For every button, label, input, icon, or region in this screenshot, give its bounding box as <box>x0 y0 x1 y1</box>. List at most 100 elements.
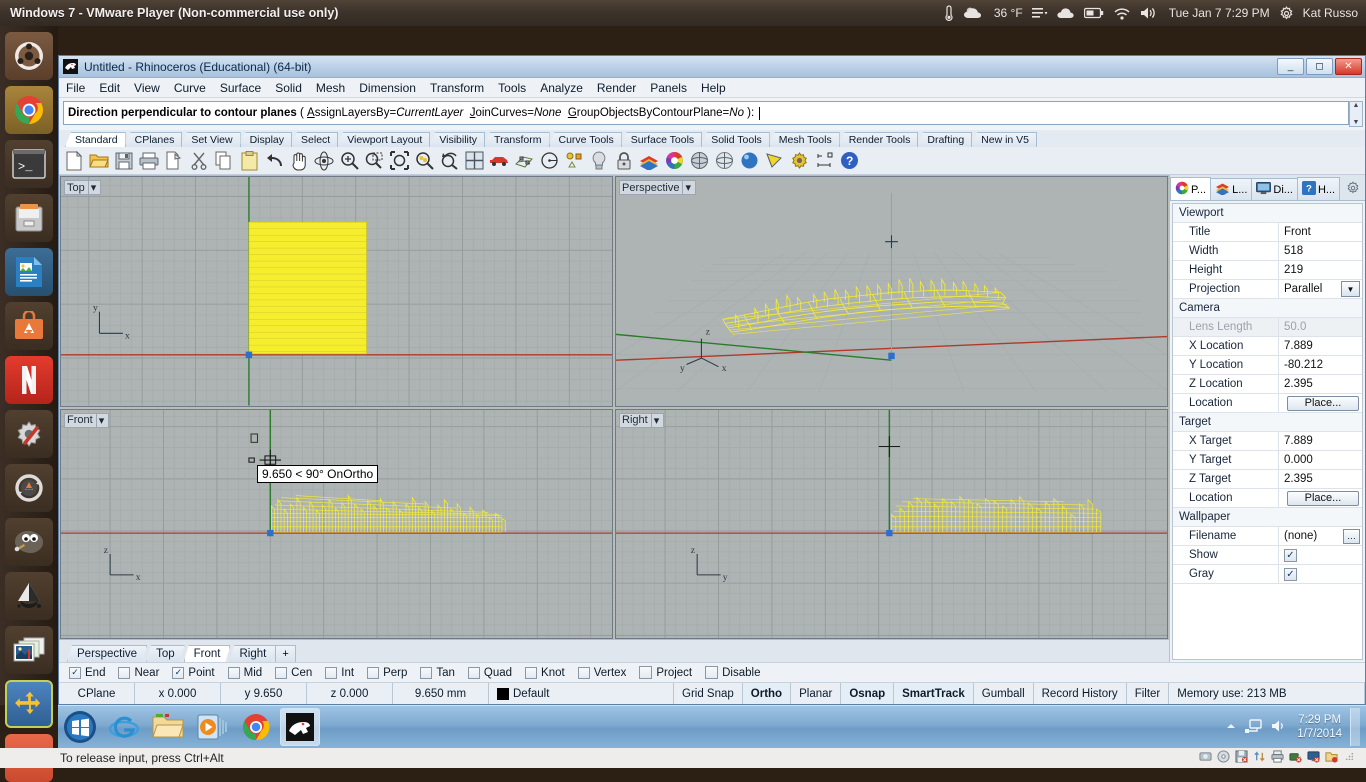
menu-icon[interactable] <box>1031 7 1048 19</box>
property-row-target-location[interactable]: Location Place... <box>1173 489 1362 508</box>
command-option-3[interactable]: GroupObjectsByContourPlane=No <box>568 107 744 119</box>
options-gear-icon[interactable] <box>788 150 810 172</box>
gray-wallpaper-checkbox[interactable]: ✓ <box>1284 567 1297 581</box>
property-value[interactable]: 7.889 <box>1279 432 1362 450</box>
toolbar-tab-mesh-tools[interactable]: Mesh Tools <box>768 132 840 147</box>
flat-shade-icon[interactable] <box>763 150 785 172</box>
checkbox[interactable] <box>227 666 240 679</box>
property-row-x-target[interactable]: X Target 7.889 <box>1173 432 1362 451</box>
ghosted-sphere-icon[interactable] <box>713 150 735 172</box>
chevron-down-icon[interactable]: ▾ <box>682 181 693 194</box>
network-icon[interactable] <box>1245 718 1263 737</box>
toolbar-tab-solid-tools[interactable]: Solid Tools <box>701 132 770 147</box>
four-viewport-icon[interactable] <box>463 150 485 172</box>
toolbar-tab-drafting[interactable]: Drafting <box>917 132 973 147</box>
launcher-item-terminal[interactable]: >_ <box>5 140 53 188</box>
maximize-button[interactable]: ◻ <box>1306 58 1333 75</box>
launcher-item-netflix[interactable] <box>5 356 53 404</box>
camera-place-button[interactable]: Place... <box>1287 395 1359 411</box>
viewport-tab-front[interactable]: Front <box>184 645 231 662</box>
shared-folder-icon[interactable] <box>1325 750 1338 766</box>
property-row-title[interactable]: Title Front <box>1173 223 1362 242</box>
toolbar-tab-select[interactable]: Select <box>291 132 339 147</box>
zoom-in-icon[interactable] <box>338 150 360 172</box>
toolbar-tab-set-view[interactable]: Set View <box>181 132 241 147</box>
browse-file-button[interactable]: … <box>1343 528 1360 544</box>
username-label[interactable]: Kat Russo <box>1303 6 1358 20</box>
taskbar-item-internet-explorer[interactable] <box>104 708 144 746</box>
point-objects-icon[interactable] <box>563 150 585 172</box>
chevron-down-icon[interactable]: ▾ <box>87 181 99 194</box>
osnap-vertex[interactable]: Vertex <box>577 666 626 679</box>
clock-label[interactable]: Tue Jan 7 7:29 PM <box>1169 6 1270 20</box>
menu-dimension[interactable]: Dimension <box>352 79 423 97</box>
viewport-right[interactable]: z y Right ▾ <box>615 408 1168 639</box>
wifi-icon[interactable] <box>1113 7 1131 20</box>
osnap-project[interactable]: Project <box>639 666 692 679</box>
viewport-perspective-label[interactable]: Perspective ▾ <box>619 180 697 195</box>
print-icon[interactable] <box>138 150 160 172</box>
osnap-near[interactable]: Near <box>118 666 159 679</box>
checkbox[interactable] <box>577 666 590 679</box>
taskbar-item-google-chrome[interactable] <box>236 708 276 746</box>
osnap-end[interactable]: ✓ End <box>69 666 105 679</box>
property-row-filename[interactable]: Filename (none) … <box>1173 527 1362 546</box>
chevron-down-icon[interactable]: ▾ <box>95 413 107 427</box>
toolbar-tab-standard[interactable]: Standard <box>65 132 126 147</box>
save-icon[interactable] <box>113 150 135 172</box>
checkbox[interactable] <box>275 666 288 679</box>
toolbar-tab-curve-tools[interactable]: Curve Tools <box>548 132 622 147</box>
help-tab[interactable]: ? H... <box>1296 177 1341 200</box>
property-value[interactable]: 0.000 <box>1279 451 1362 469</box>
dimension-icon[interactable] <box>813 150 835 172</box>
status-toggle-gumball[interactable]: Gumball <box>974 683 1034 704</box>
pan-icon[interactable] <box>288 150 310 172</box>
menu-curve[interactable]: Curve <box>167 79 213 97</box>
zoom-extents-icon[interactable] <box>388 150 410 172</box>
property-row-z-location[interactable]: Z Location 2.395 <box>1173 375 1362 394</box>
thermometer-icon[interactable] <box>944 5 954 21</box>
rendered-sphere-icon[interactable] <box>738 150 760 172</box>
zoom-window-icon[interactable] <box>363 150 385 172</box>
color-wheel-icon[interactable] <box>663 150 685 172</box>
zoom-selected-icon[interactable] <box>413 150 435 172</box>
display-tab[interactable]: Di... <box>1251 178 1298 200</box>
osnap-int[interactable]: Int <box>325 666 354 679</box>
launcher-item-gimp[interactable] <box>5 518 53 566</box>
display-device-icon[interactable] <box>1307 750 1320 766</box>
toolbar-tab-transform[interactable]: Transform <box>484 132 550 147</box>
launcher-item-system-settings[interactable] <box>5 410 53 458</box>
property-value[interactable]: 219 <box>1279 261 1362 279</box>
battery-icon[interactable] <box>1083 7 1104 19</box>
property-row-height[interactable]: Height 219 <box>1173 261 1362 280</box>
menu-view[interactable]: View <box>127 79 167 97</box>
printer-icon[interactable] <box>1271 750 1284 766</box>
menu-panels[interactable]: Panels <box>643 79 694 97</box>
osnap-cen[interactable]: Cen <box>275 666 312 679</box>
toolbar-tab-visibility[interactable]: Visibility <box>429 132 486 147</box>
rhino-title-bar[interactable]: Untitled - Rhinoceros (Educational) (64-… <box>59 56 1365 78</box>
command-input[interactable]: Direction perpendicular to contour plane… <box>63 101 1349 125</box>
usb-device-icon[interactable] <box>1289 750 1302 766</box>
command-option-2[interactable]: JoinCurves=None <box>470 107 562 119</box>
gear-icon[interactable] <box>1279 5 1294 21</box>
launcher-item-shotwell[interactable] <box>5 626 53 674</box>
launcher-item-google-chrome[interactable] <box>5 86 53 134</box>
circle-icon[interactable] <box>538 150 560 172</box>
toolbar-tab-cplanes[interactable]: CPlanes <box>124 132 183 147</box>
checkbox[interactable] <box>467 666 480 679</box>
status-toggle-planar[interactable]: Planar <box>791 683 842 704</box>
undo-icon[interactable] <box>263 150 285 172</box>
launcher-item-software-updater[interactable] <box>5 464 53 512</box>
resize-grip-icon[interactable] <box>1343 750 1356 766</box>
menu-analyze[interactable]: Analyze <box>533 79 590 97</box>
command-option-1[interactable]: AssignLayersBy=CurrentLayer <box>307 107 463 119</box>
checkbox[interactable] <box>118 666 131 679</box>
status-toggle-osnap[interactable]: Osnap <box>841 683 895 704</box>
menu-tools[interactable]: Tools <box>491 79 533 97</box>
checkbox[interactable] <box>525 666 538 679</box>
viewport-top-label[interactable]: Top ▾ <box>64 180 102 195</box>
property-value-wrap[interactable]: Parallel ▼ <box>1279 280 1362 298</box>
volume-icon[interactable] <box>1271 719 1289 736</box>
light-bulb-icon[interactable] <box>588 150 610 172</box>
